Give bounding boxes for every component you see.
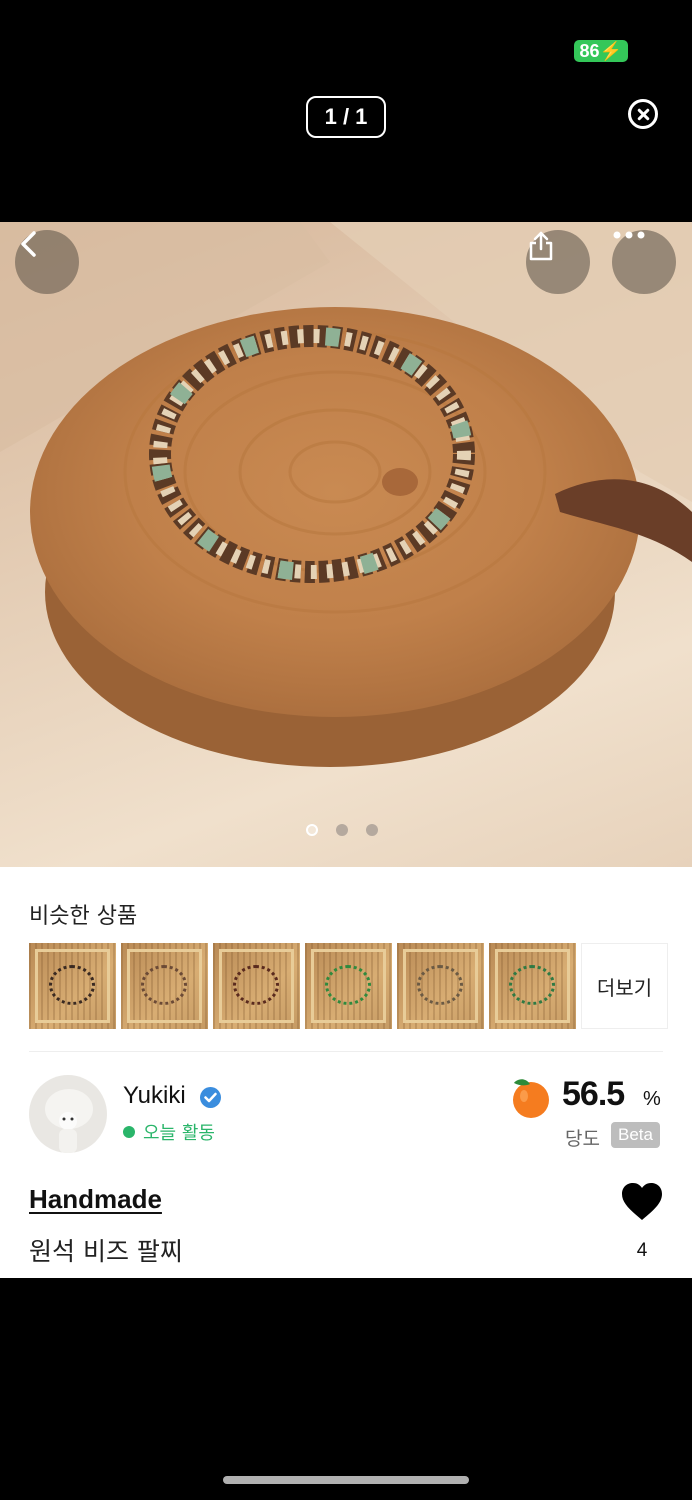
bracelet-image <box>509 965 555 1005</box>
product-sheet: 비슷한 상품 더보기 Yukiki 오늘 활동 56.5 % 당도 Beta H… <box>0 222 692 1278</box>
similar-product-thumbnail[interactable] <box>489 943 576 1029</box>
pagination-dot <box>306 824 318 836</box>
sweetness-unit: % <box>643 1088 661 1110</box>
chevron-left-icon <box>21 231 36 257</box>
similar-product-thumbnail[interactable] <box>121 943 208 1029</box>
similar-product-thumbnail[interactable] <box>213 943 300 1029</box>
similar-products-list: 더보기 <box>29 943 668 1029</box>
back-button[interactable] <box>15 230 79 294</box>
divider <box>29 1051 663 1052</box>
similar-products-title: 비슷한 상품 <box>29 904 138 929</box>
verified-badge-icon <box>200 1087 221 1108</box>
share-icon <box>529 231 553 261</box>
similar-product-thumbnail[interactable] <box>29 943 116 1029</box>
avatar-figure <box>45 1089 93 1153</box>
bracelet-image <box>233 965 279 1005</box>
share-button[interactable] <box>526 230 590 294</box>
online-status-dot <box>123 1126 135 1138</box>
beta-badge: Beta <box>611 1122 660 1148</box>
bracelet-image <box>417 965 463 1005</box>
similar-product-thumbnail[interactable] <box>397 943 484 1029</box>
seller-name[interactable]: Yukiki <box>123 1082 186 1110</box>
more-horizontal-icon <box>613 231 645 239</box>
status-bar: 86⚡ <box>0 0 692 90</box>
bracelet-image <box>141 965 187 1005</box>
seller-avatar[interactable] <box>29 1075 107 1153</box>
see-more-button[interactable]: 더보기 <box>581 943 668 1029</box>
product-photo[interactable] <box>0 222 692 867</box>
sweetness-score: 56.5 <box>562 1075 625 1113</box>
seller-activity: 오늘 활동 <box>143 1123 215 1144</box>
home-indicator <box>223 1476 469 1484</box>
battery-indicator: 86⚡ <box>573 40 628 62</box>
bracelet-image <box>49 965 95 1005</box>
orange-icon <box>513 1079 549 1118</box>
sweetness-label: 당도 <box>565 1128 600 1150</box>
heart-icon[interactable] <box>620 1182 664 1222</box>
image-counter: 1 / 1 <box>306 96 386 138</box>
like-count: 4 <box>636 1240 648 1261</box>
product-title[interactable]: Handmade <box>29 1184 162 1215</box>
product-subtitle: 원석 비즈 팔찌 <box>29 1237 183 1266</box>
charging-icon: ⚡ <box>599 41 622 61</box>
pagination-dot <box>366 824 378 836</box>
bracelet-photo-illustration <box>0 222 692 767</box>
bracelet-image <box>325 965 371 1005</box>
gallery-pagination <box>306 824 378 836</box>
close-viewer-button[interactable] <box>628 99 658 129</box>
pagination-dot <box>336 824 348 836</box>
similar-product-thumbnail[interactable] <box>305 943 392 1029</box>
battery-level: 86 <box>579 41 600 61</box>
more-options-button[interactable] <box>612 230 676 294</box>
